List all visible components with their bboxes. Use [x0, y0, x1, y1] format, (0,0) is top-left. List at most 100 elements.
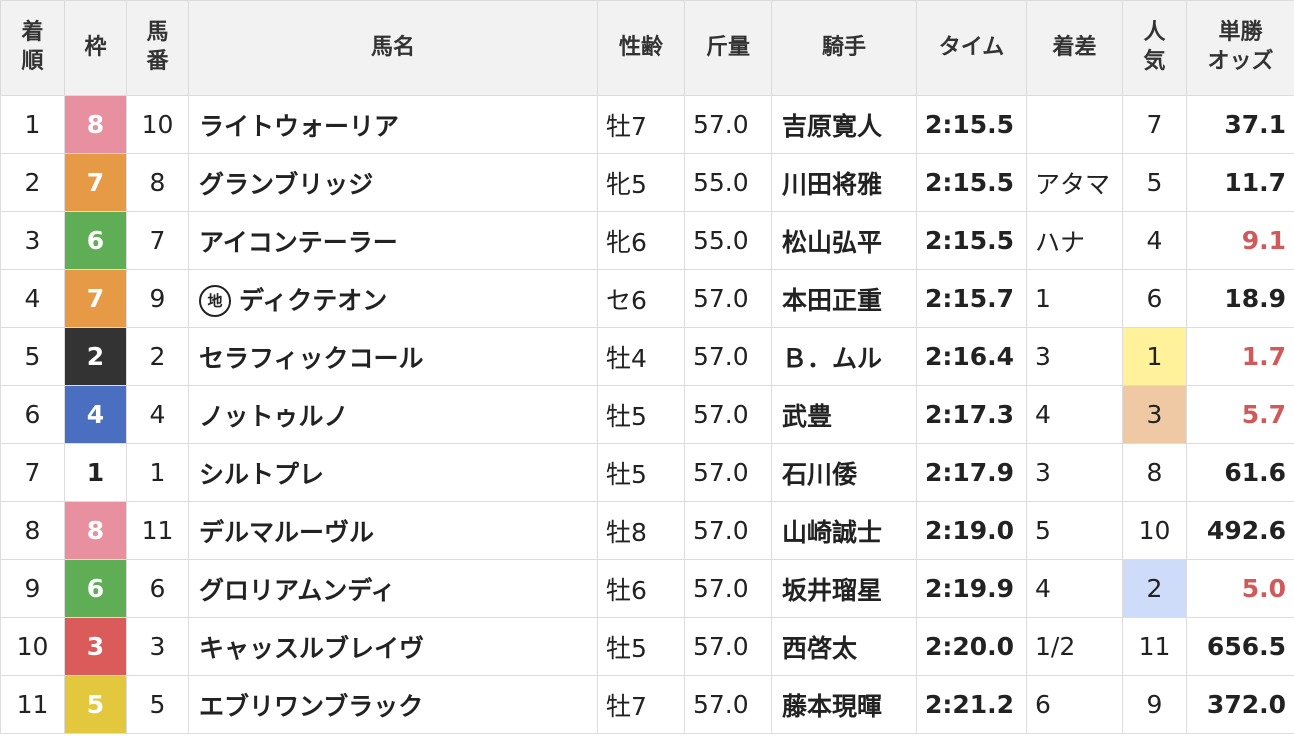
horse-name-cell[interactable]: グロリアムンディ [188, 559, 598, 618]
jockey-link[interactable]: 松山弘平 [782, 228, 882, 257]
horse-name-cell[interactable]: キャッスルブレイヴ [188, 617, 598, 676]
rank-cell: 11 [0, 675, 65, 734]
horse-name-link[interactable]: キャッスルブレイヴ [199, 634, 424, 663]
popularity-cell: 5 [1122, 153, 1187, 212]
jockey-cell[interactable]: Ｂ．ムル [771, 327, 917, 386]
rank-cell: 6 [0, 385, 65, 444]
time-cell: 2:20.0 [916, 617, 1027, 676]
win-odds-cell: 656.5 [1186, 617, 1294, 676]
jockey-link[interactable]: 石川倭 [782, 460, 857, 489]
jockey-link[interactable]: 坂井瑠星 [782, 576, 882, 605]
table-row: 9 6 6 グロリアムンディ 牡6 57.0 坂井瑠星 2:19.9 4 2 5.0 [0, 559, 1294, 618]
header-time-label: タイム [938, 34, 1005, 60]
horse-name-cell[interactable]: アイコンテーラー [188, 211, 598, 270]
horse-name-cell[interactable]: デルマルーヴル [188, 501, 598, 560]
weight-cell: 57.0 [684, 501, 772, 560]
horse-name-cell[interactable]: ノットゥルノ [188, 385, 598, 444]
horse-name-cell[interactable]: エブリワンブラック [188, 675, 598, 734]
header-time[interactable]: タイム [916, 0, 1027, 96]
sex-age-cell: 牝6 [597, 211, 685, 270]
jockey-link[interactable]: 武豊 [782, 402, 832, 431]
popularity-cell: 4 [1122, 211, 1187, 270]
time-cell: 2:19.9 [916, 559, 1027, 618]
header-name[interactable]: 馬名 [188, 0, 598, 96]
jockey-cell[interactable]: 武豊 [771, 385, 917, 444]
jockey-link[interactable]: 本田正重 [782, 286, 882, 315]
sex-age-cell: 牡8 [597, 501, 685, 560]
horse-number-cell: 3 [126, 617, 189, 676]
win-odds-cell: 1.7 [1186, 327, 1294, 386]
horse-name-link[interactable]: シルトプレ [199, 460, 324, 489]
jockey-cell[interactable]: 藤本現暉 [771, 675, 917, 734]
win-odds-cell: 37.1 [1186, 95, 1294, 154]
header-row: 着順 枠 馬番 馬名 性齢 斤量 騎手 タイム 着差 人気 単勝 オッズ [0, 0, 1294, 96]
jockey-link[interactable]: 川田将雅 [782, 170, 882, 199]
frame-cell: 7 [64, 153, 127, 212]
jockey-cell[interactable]: 坂井瑠星 [771, 559, 917, 618]
header-margin[interactable]: 着差 [1026, 0, 1123, 96]
jockey-link[interactable]: Ｂ．ムル [782, 344, 882, 373]
horse-name-cell[interactable]: セラフィックコール [188, 327, 598, 386]
horse-name-link[interactable]: ノットゥルノ [199, 402, 349, 431]
header-sexage[interactable]: 性齢 [597, 0, 685, 96]
header-num-line1: 馬 [146, 20, 169, 46]
horse-name-link[interactable]: アイコンテーラー [199, 228, 398, 257]
header-pop[interactable]: 人気 [1122, 0, 1187, 96]
horse-name-link[interactable]: ディクテオン [239, 286, 387, 315]
horse-name-cell[interactable]: グランブリッジ [188, 153, 598, 212]
jockey-link[interactable]: 西啓太 [782, 634, 857, 663]
frame-cell: 7 [64, 269, 127, 328]
header-frame[interactable]: 枠 [64, 0, 127, 96]
win-odds-cell: 5.0 [1186, 559, 1294, 618]
weight-cell: 55.0 [684, 153, 772, 212]
header-weight[interactable]: 斤量 [684, 0, 772, 96]
horse-name-cell[interactable]: シルトプレ [188, 443, 598, 502]
jockey-link[interactable]: 山崎誠士 [782, 518, 882, 547]
time-cell: 2:16.4 [916, 327, 1027, 386]
jockey-cell[interactable]: 松山弘平 [771, 211, 917, 270]
header-jockey-label: 騎手 [821, 34, 866, 60]
horse-name-link[interactable]: ライトウォーリア [199, 112, 399, 141]
win-odds-cell: 61.6 [1186, 443, 1294, 502]
jockey-cell[interactable]: 本田正重 [771, 269, 917, 328]
jockey-link[interactable]: 吉原寛人 [782, 112, 882, 141]
horse-number-cell: 2 [126, 327, 189, 386]
jockey-cell[interactable]: 川田将雅 [771, 153, 917, 212]
frame-cell: 8 [64, 501, 127, 560]
sex-age-cell: 牡4 [597, 327, 685, 386]
jockey-cell[interactable]: 西啓太 [771, 617, 917, 676]
jockey-cell[interactable]: 山崎誠士 [771, 501, 917, 560]
time-cell: 2:15.5 [916, 153, 1027, 212]
header-rank[interactable]: 着順 [0, 0, 65, 96]
rank-cell: 5 [0, 327, 65, 386]
time-cell: 2:17.9 [916, 443, 1027, 502]
table-row: 2 7 8 グランブリッジ 牝5 55.0 川田将雅 2:15.5 アタマ 5 11.7 [0, 153, 1294, 212]
header-jockey[interactable]: 騎手 [771, 0, 917, 96]
jockey-link[interactable]: 藤本現暉 [782, 692, 882, 721]
sex-age-cell: 牡5 [597, 385, 685, 444]
horse-name-cell[interactable]: ライトウォーリア [188, 95, 598, 154]
local-horse-badge-icon: 地 [199, 284, 231, 317]
table-header: 着順 枠 馬番 馬名 性齢 斤量 騎手 タイム 着差 人気 単勝 オッズ [0, 0, 1294, 96]
header-odds[interactable]: 単勝 オッズ [1186, 0, 1294, 96]
jockey-cell[interactable]: 石川倭 [771, 443, 917, 502]
header-pop-line2: 気 [1143, 49, 1166, 74]
rank-cell: 7 [0, 443, 65, 502]
win-odds-cell: 492.6 [1186, 501, 1294, 560]
horse-name-link[interactable]: グランブリッジ [199, 170, 373, 199]
header-num[interactable]: 馬番 [126, 0, 189, 96]
horse-name-link[interactable]: セラフィックコール [199, 344, 424, 373]
weight-cell: 57.0 [684, 559, 772, 618]
horse-name-link[interactable]: エブリワンブラック [199, 692, 423, 721]
horse-name-link[interactable]: デルマルーヴル [199, 518, 374, 547]
margin-cell: 1/2 [1026, 617, 1123, 676]
horse-name-cell[interactable]: 地ディクテオン [188, 269, 598, 328]
horse-name-link[interactable]: グロリアムンディ [199, 576, 396, 605]
jockey-cell[interactable]: 吉原寛人 [771, 95, 917, 154]
margin-cell: アタマ [1026, 153, 1123, 212]
frame-cell: 2 [64, 327, 127, 386]
horse-number-cell: 1 [126, 443, 189, 502]
header-odds-line1: 単勝 [1218, 20, 1263, 46]
header-sexage-label: 性齢 [618, 34, 663, 60]
time-cell: 2:21.2 [916, 675, 1027, 734]
